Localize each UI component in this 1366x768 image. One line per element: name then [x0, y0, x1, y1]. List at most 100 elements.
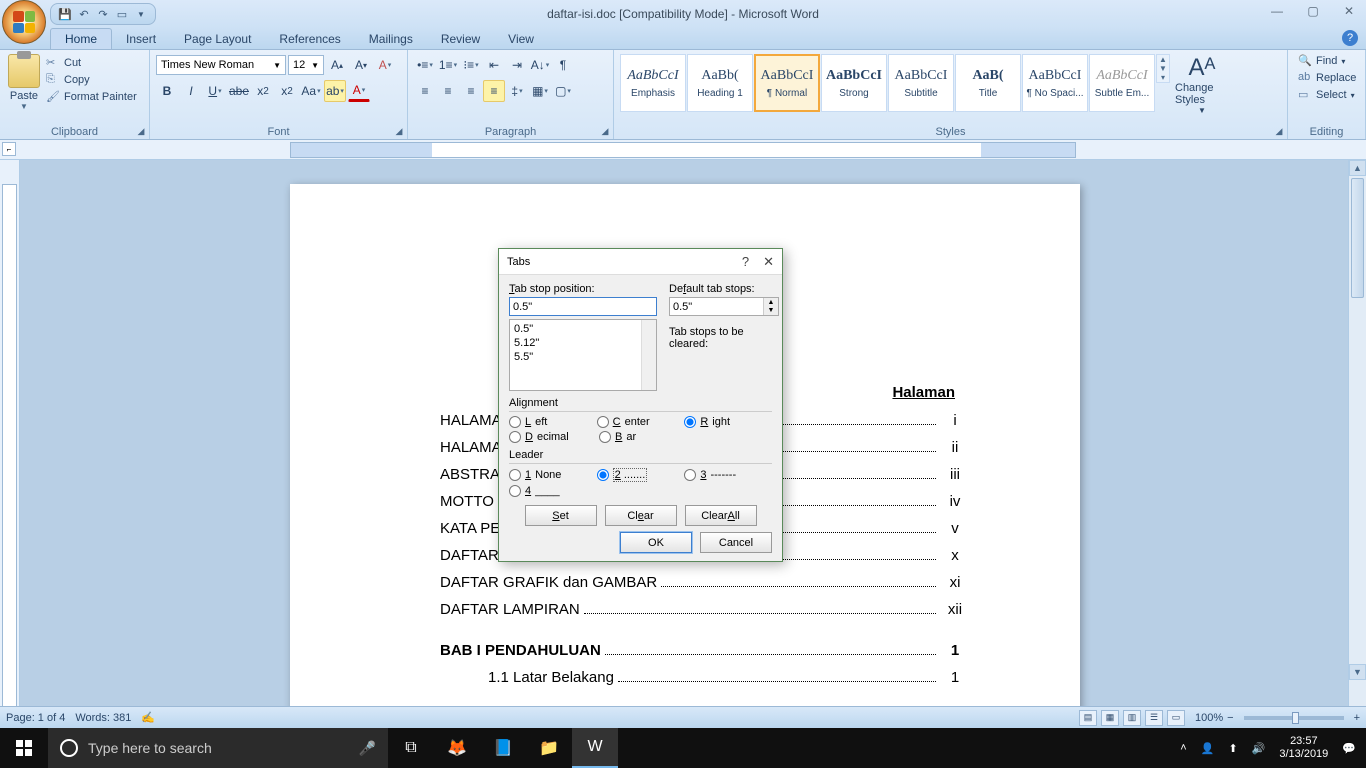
- ok-button[interactable]: OK: [620, 532, 692, 553]
- sort-button[interactable]: A↓: [529, 54, 551, 76]
- clear-button[interactable]: Clear: [605, 505, 677, 526]
- vertical-scrollbar[interactable]: ▲ ▼: [1348, 160, 1366, 720]
- explorer-taskbar-icon[interactable]: 📁: [526, 728, 572, 768]
- people-icon[interactable]: 👤: [1201, 742, 1215, 755]
- italic-button[interactable]: I: [180, 80, 202, 102]
- spin-down-icon[interactable]: ▼: [764, 307, 778, 316]
- styles-launcher-icon[interactable]: ◢: [1273, 125, 1285, 137]
- shrink-font-button[interactable]: A▾: [350, 54, 372, 76]
- clipboard-launcher-icon[interactable]: ◢: [135, 125, 147, 137]
- save-icon[interactable]: 💾: [57, 6, 73, 22]
- cut-button[interactable]: ✂Cut: [46, 56, 137, 70]
- superscript-button[interactable]: x2: [276, 80, 298, 102]
- font-color-button[interactable]: A: [348, 80, 370, 102]
- task-view-button[interactable]: ⧉: [388, 728, 434, 768]
- subscript-button[interactable]: x2: [252, 80, 274, 102]
- leader-2-radio[interactable]: 2 .......: [597, 468, 685, 482]
- proofing-icon[interactable]: ✍: [141, 711, 155, 724]
- align-center-button[interactable]: ≡: [437, 80, 459, 102]
- tab-view[interactable]: View: [494, 29, 548, 49]
- show-marks-button[interactable]: ¶: [552, 54, 574, 76]
- close-button[interactable]: ✕: [1336, 2, 1362, 20]
- network-icon[interactable]: ⬆: [1228, 742, 1237, 755]
- style-strong[interactable]: AaBbCcIStrong: [821, 54, 887, 112]
- change-case-button[interactable]: Aa: [300, 80, 322, 102]
- tab-page-layout[interactable]: Page Layout: [170, 29, 265, 49]
- qat-dropdown-icon[interactable]: ▼: [133, 6, 149, 22]
- web-layout-view-button[interactable]: ▥: [1123, 710, 1141, 726]
- dialog-close-icon[interactable]: ✕: [763, 254, 774, 270]
- borders-button[interactable]: ▢: [552, 80, 574, 102]
- cancel-button[interactable]: Cancel: [700, 532, 772, 553]
- style-heading-1[interactable]: AaBb(Heading 1: [687, 54, 753, 112]
- full-screen-view-button[interactable]: ▦: [1101, 710, 1119, 726]
- style-subtle-em---[interactable]: AaBbCcISubtle Em...: [1089, 54, 1155, 112]
- tab-insert[interactable]: Insert: [112, 29, 170, 49]
- office-button[interactable]: [2, 0, 46, 44]
- taskbar-search[interactable]: Type here to search 🎤: [48, 728, 388, 768]
- copy-button[interactable]: ⎘Copy: [46, 73, 137, 87]
- scroll-thumb[interactable]: [1351, 178, 1364, 298]
- select-button[interactable]: ▭Select▾: [1298, 88, 1355, 102]
- start-button[interactable]: [0, 728, 48, 768]
- tab-references[interactable]: References: [265, 29, 354, 49]
- zoom-value[interactable]: 100%: [1195, 712, 1223, 724]
- default-tab-spinner[interactable]: 0.5" ▲▼: [669, 297, 779, 316]
- align-bar-radio[interactable]: Bar: [599, 431, 689, 443]
- word-taskbar-icon[interactable]: W: [572, 728, 618, 768]
- zoom-out-button[interactable]: −: [1227, 712, 1233, 724]
- maximize-button[interactable]: ▢: [1300, 2, 1326, 20]
- dialog-help-icon[interactable]: ?: [742, 254, 749, 270]
- status-page[interactable]: Page: 1 of 4: [6, 712, 65, 724]
- tray-chevron-icon[interactable]: ˄: [1180, 742, 1186, 754]
- tab-selector-button[interactable]: ⌐: [2, 142, 16, 156]
- numbering-button[interactable]: 1≡: [437, 54, 459, 76]
- help-icon[interactable]: ?: [1342, 30, 1358, 46]
- bold-button[interactable]: B: [156, 80, 178, 102]
- paste-icon[interactable]: [8, 54, 40, 88]
- strikethrough-button[interactable]: abe: [228, 80, 250, 102]
- leader-4-radio[interactable]: 4 ____: [509, 485, 599, 497]
- minimize-button[interactable]: —: [1264, 2, 1290, 20]
- scroll-up-icon[interactable]: ▲: [1349, 160, 1366, 176]
- replace-button[interactable]: abReplace: [1298, 71, 1356, 85]
- line-spacing-button[interactable]: ‡: [506, 80, 528, 102]
- format-painter-button[interactable]: 🖌Format Painter: [46, 90, 137, 104]
- firefox-taskbar-icon[interactable]: 🦊: [434, 728, 480, 768]
- status-words[interactable]: Words: 381: [75, 712, 131, 724]
- increase-indent-button[interactable]: ⇥: [506, 54, 528, 76]
- paragraph-launcher-icon[interactable]: ◢: [599, 125, 611, 137]
- font-launcher-icon[interactable]: ◢: [393, 125, 405, 137]
- mic-icon[interactable]: 🎤: [359, 740, 376, 757]
- styles-more-button[interactable]: ▲▼▾: [1156, 54, 1170, 83]
- change-styles-button[interactable]: AᴬChange Styles▼: [1175, 54, 1229, 115]
- notepad-taskbar-icon[interactable]: 📘: [480, 728, 526, 768]
- align-center-radio[interactable]: Center: [597, 416, 685, 428]
- font-size-combo[interactable]: 12▼: [288, 55, 324, 75]
- align-right-button[interactable]: ≡: [460, 80, 482, 102]
- style---normal[interactable]: AaBbCcI¶ Normal: [754, 54, 820, 112]
- spin-up-icon[interactable]: ▲: [764, 298, 778, 307]
- zoom-in-button[interactable]: +: [1354, 712, 1360, 724]
- scroll-down-icon[interactable]: ▼: [1349, 664, 1366, 680]
- undo-icon[interactable]: ↶: [76, 6, 92, 22]
- clock[interactable]: 23:57 3/13/2019: [1279, 735, 1328, 761]
- grow-font-button[interactable]: A▴: [326, 54, 348, 76]
- decrease-indent-button[interactable]: ⇤: [483, 54, 505, 76]
- set-button[interactable]: Set: [525, 505, 597, 526]
- tab-stop-list[interactable]: 0.5"5.12"5.5": [509, 319, 657, 391]
- tab-stop-input[interactable]: [509, 297, 657, 316]
- align-left-button[interactable]: ≡: [414, 80, 436, 102]
- find-button[interactable]: 🔍Find▾: [1298, 54, 1345, 68]
- justify-button[interactable]: ≡: [483, 80, 505, 102]
- leader-1-radio[interactable]: 1 None: [509, 468, 597, 482]
- multilevel-button[interactable]: ⁝≡: [460, 54, 482, 76]
- zoom-slider[interactable]: [1244, 716, 1344, 720]
- style-subtitle[interactable]: AaBbCcISubtitle: [888, 54, 954, 112]
- tab-home[interactable]: Home: [50, 28, 112, 49]
- clear-formatting-button[interactable]: A: [374, 54, 396, 76]
- align-right-radio[interactable]: Right: [684, 416, 772, 428]
- highlight-button[interactable]: ab: [324, 80, 346, 102]
- font-family-combo[interactable]: Times New Roman▼: [156, 55, 286, 75]
- style---no-spaci---[interactable]: AaBbCcI¶ No Spaci...: [1022, 54, 1088, 112]
